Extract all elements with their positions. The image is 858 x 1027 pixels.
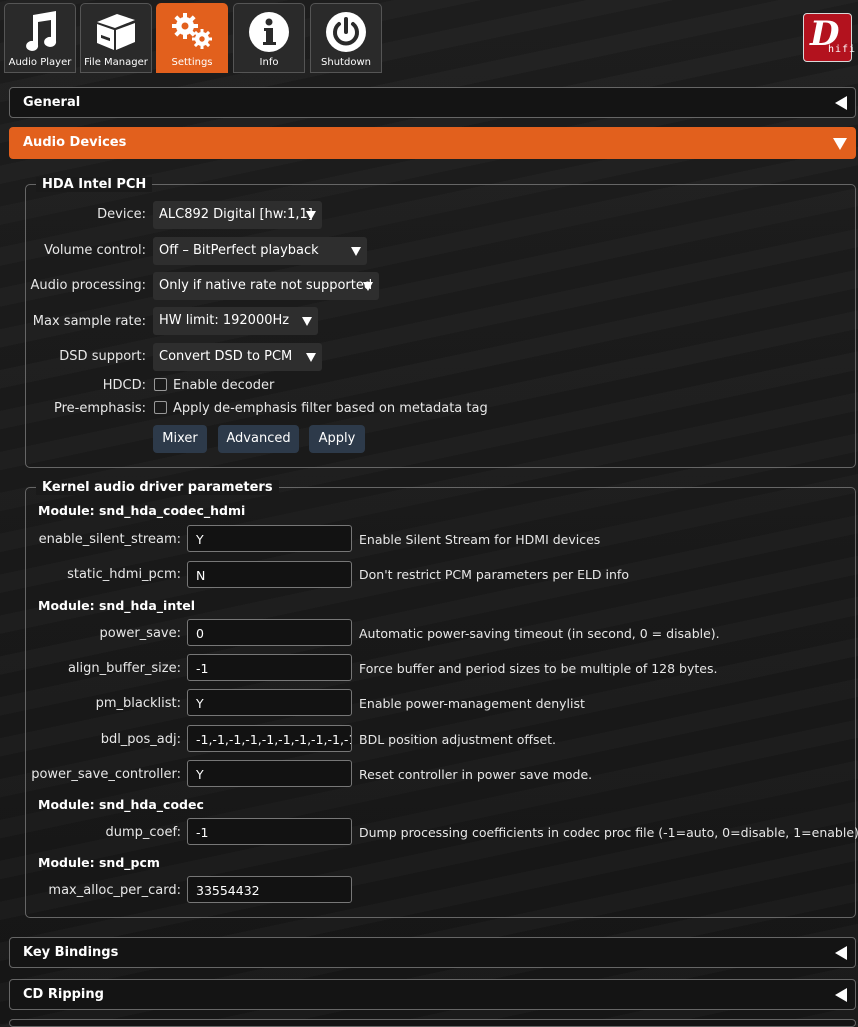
dsd-select[interactable]: Convert DSD to PCM: [153, 343, 322, 371]
chevron-down-icon: [306, 353, 316, 362]
tab-audio-player[interactable]: Audio Player: [4, 3, 76, 73]
max-rate-select[interactable]: HW limit: 192000Hz: [153, 307, 318, 335]
processing-value: Only if native rate not supported: [159, 278, 373, 293]
param-label: dump_coef:: [105, 825, 182, 840]
param-input-enable-silent-stream[interactable]: Y: [187, 525, 352, 552]
collapse-arrow-icon: [835, 988, 847, 1002]
tab-label: Audio Player: [8, 57, 72, 68]
hard-drive-icon: [81, 10, 151, 54]
param-input-dump-coef[interactable]: -1: [187, 818, 352, 845]
processing-select[interactable]: Only if native rate not supported: [153, 272, 379, 300]
max-rate-label: Max sample rate:: [32, 314, 146, 329]
tab-shutdown[interactable]: Shutdown: [310, 3, 382, 73]
param-input-static-hdmi-pcm[interactable]: N: [187, 561, 352, 588]
param-input-bdl-pos-adj[interactable]: -1,-1,-1,-1,-1,-1,-1,-1,-1,-1,: [187, 725, 352, 752]
param-label: power_save:: [99, 626, 182, 641]
chevron-down-icon: [363, 282, 373, 291]
section-title: CD Ripping: [23, 987, 104, 1002]
section-next-partial[interactable]: [9, 1019, 856, 1027]
param-input-power-save[interactable]: 0: [187, 619, 352, 646]
param-input-max-alloc-per-card[interactable]: 33554432: [187, 876, 352, 903]
param-input-pm-blacklist[interactable]: Y: [187, 689, 352, 716]
param-label: bdl_pos_adj:: [100, 732, 181, 747]
param-input-align-buffer-size[interactable]: -1: [187, 654, 352, 681]
hdcd-checkbox[interactable]: [154, 378, 167, 391]
section-audio-devices[interactable]: Audio Devices: [9, 127, 856, 159]
module-heading: Module: snd_hda_codec_hdmi: [38, 503, 246, 518]
hdcd-label: HDCD:: [102, 378, 146, 393]
tab-settings[interactable]: Settings: [156, 3, 228, 73]
param-label: max_alloc_per_card:: [48, 883, 181, 898]
chevron-down-icon: [306, 211, 316, 220]
section-title: Audio Devices: [23, 135, 127, 150]
section-title: General: [23, 95, 81, 110]
param-description: Enable power-management denylist: [359, 696, 585, 711]
device-group: HDA Intel PCH: [25, 177, 856, 468]
tab-file-manager[interactable]: File Manager: [80, 3, 152, 73]
preemphasis-label: Pre-emphasis:: [53, 401, 146, 416]
music-note-icon: [5, 10, 75, 54]
apply-button[interactable]: Apply: [309, 425, 365, 453]
chevron-down-icon: [351, 247, 361, 256]
param-description: Enable Silent Stream for HDMI devices: [359, 532, 601, 547]
tab-label: Settings: [171, 57, 213, 68]
mixer-button[interactable]: Mixer: [153, 425, 207, 453]
param-label: pm_blacklist:: [95, 696, 181, 711]
volume-label: Volume control:: [44, 243, 146, 258]
param-description: Automatic power-saving timeout (in secon…: [359, 626, 720, 641]
device-label: Device:: [97, 207, 146, 222]
expand-arrow-icon: [833, 138, 847, 150]
gears-icon: [157, 10, 227, 54]
param-description: Don't restrict PCM parameters per ELD in…: [359, 567, 629, 582]
section-title: Key Bindings: [23, 945, 119, 960]
module-heading: Module: snd_hda_intel: [38, 598, 195, 613]
param-description: Force buffer and period sizes to be mult…: [359, 661, 718, 676]
tab-label: File Manager: [84, 57, 148, 68]
param-description: Reset controller in power save mode.: [359, 767, 593, 782]
collapse-arrow-icon: [835, 946, 847, 960]
param-input-power-save-controller[interactable]: Y: [187, 760, 352, 787]
dsd-value: Convert DSD to PCM: [159, 349, 293, 364]
kernel-params-legend: Kernel audio driver parameters: [36, 480, 279, 495]
collapse-arrow-icon: [835, 96, 847, 110]
param-label: align_buffer_size:: [67, 661, 181, 676]
tab-label: Shutdown: [321, 57, 371, 68]
preemphasis-checkbox[interactable]: [154, 401, 167, 414]
device-group-legend: HDA Intel PCH: [36, 177, 153, 192]
device-select[interactable]: ALC892 Digital [hw:1,1]: [153, 201, 322, 229]
max-rate-value: HW limit: 192000Hz: [159, 313, 290, 328]
tab-label: Info: [259, 57, 279, 68]
section-key-bindings[interactable]: Key Bindings: [9, 937, 856, 968]
section-general[interactable]: General: [9, 87, 856, 118]
tab-info[interactable]: Info: [233, 3, 305, 73]
processing-label: Audio processing:: [30, 278, 146, 293]
preemphasis-checkbox-text: Apply de-emphasis filter based on metada…: [173, 401, 488, 416]
chevron-down-icon: [302, 317, 312, 326]
device-value: ALC892 Digital [hw:1,1]: [159, 207, 313, 222]
section-cd-ripping[interactable]: CD Ripping: [9, 979, 856, 1010]
param-label: enable_silent_stream:: [38, 532, 181, 547]
param-label: static_hdmi_pcm:: [67, 567, 181, 582]
volume-select[interactable]: Off – BitPerfect playback: [153, 237, 367, 265]
dsd-label: DSD support:: [59, 349, 146, 364]
top-navigation: Audio Player File Manager Settings Info …: [0, 0, 858, 76]
hdcd-checkbox-text: Enable decoder: [173, 378, 275, 393]
module-heading: Module: snd_pcm: [38, 855, 160, 870]
param-description: Dump processing coefficients in codec pr…: [359, 825, 858, 840]
power-icon: [311, 10, 381, 54]
volume-value: Off – BitPerfect playback: [159, 243, 319, 258]
param-label: power_save_controller:: [31, 767, 181, 782]
param-description: BDL position adjustment offset.: [359, 732, 557, 747]
advanced-button[interactable]: Advanced: [218, 425, 299, 453]
info-icon: [234, 10, 304, 54]
logo-sub: hifi: [828, 44, 857, 55]
brand-logo: D hifi: [803, 13, 855, 62]
module-heading: Module: snd_hda_codec: [38, 797, 204, 812]
